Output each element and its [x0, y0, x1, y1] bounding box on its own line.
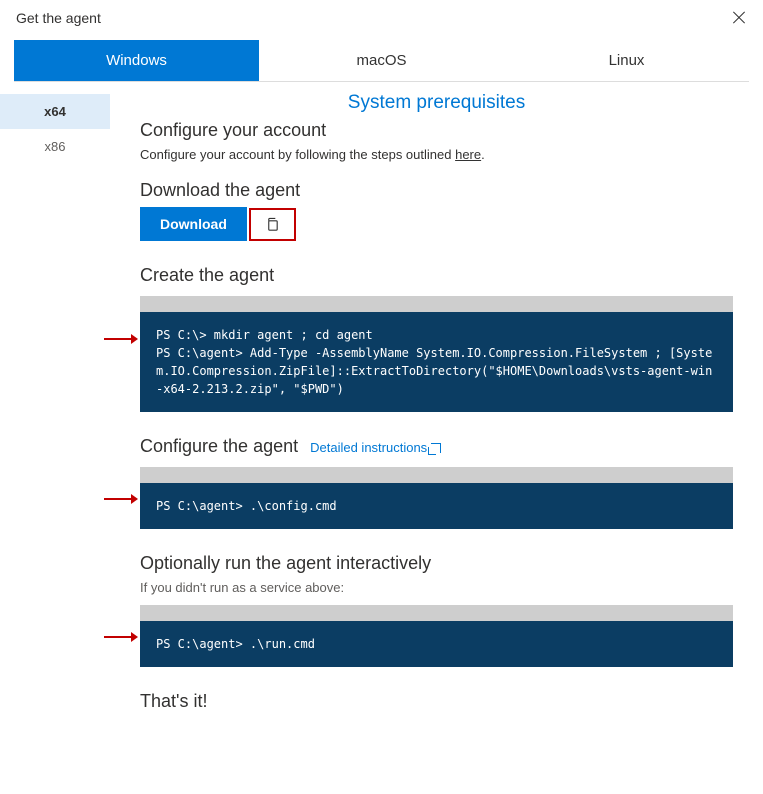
download-row: Download [140, 207, 733, 241]
done-title: That's it! [140, 691, 733, 712]
os-tabs: Windows macOS Linux [14, 40, 749, 82]
configure-agent-code-block: PS C:\agent> .\config.cmd [140, 467, 733, 529]
run-agent-title: Optionally run the agent interactively [140, 553, 733, 574]
configure-agent-title: Configure the agent Detailed instruction… [140, 436, 733, 457]
configure-account-text-before: Configure your account by following the … [140, 147, 455, 162]
dialog-title: Get the agent [16, 10, 101, 26]
main-panel: System prerequisites Configure your acco… [110, 82, 763, 738]
tab-windows[interactable]: Windows [14, 40, 259, 81]
configure-agent-code[interactable]: PS C:\agent> .\config.cmd [140, 483, 733, 529]
run-agent-code-block: PS C:\agent> .\run.cmd [140, 605, 733, 667]
create-agent-code[interactable]: PS C:\> mkdir agent ; cd agent PS C:\age… [140, 312, 733, 412]
code-header [140, 467, 733, 483]
run-agent-note: If you didn't run as a service above: [140, 580, 733, 595]
configure-account-title: Configure your account [140, 120, 733, 141]
tab-linux[interactable]: Linux [504, 40, 749, 81]
configure-account-text: Configure your account by following the … [140, 147, 733, 162]
copy-button[interactable] [249, 208, 296, 241]
run-agent-code[interactable]: PS C:\agent> .\run.cmd [140, 621, 733, 667]
configure-agent-title-text: Configure the agent [140, 436, 298, 457]
code-header [140, 605, 733, 621]
dialog-header: Get the agent [0, 0, 763, 32]
configure-account-text-after: . [481, 147, 485, 162]
download-button[interactable]: Download [140, 207, 247, 241]
create-agent-code-block: PS C:\> mkdir agent ; cd agent PS C:\age… [140, 296, 733, 412]
configure-account-link[interactable]: here [455, 147, 481, 162]
close-icon[interactable] [731, 10, 747, 26]
prereq-link[interactable]: System prerequisites [140, 92, 733, 114]
content-area: x64 x86 System prerequisites Configure y… [0, 82, 763, 738]
arch-sidebar: x64 x86 [0, 82, 110, 738]
external-link-icon [431, 443, 441, 453]
copy-icon [265, 217, 280, 232]
tab-macos[interactable]: macOS [259, 40, 504, 81]
detailed-instructions-text: Detailed instructions [310, 440, 427, 455]
download-agent-title: Download the agent [140, 180, 733, 201]
sidebar-item-x64[interactable]: x64 [0, 94, 110, 129]
sidebar-item-x86[interactable]: x86 [0, 129, 110, 164]
detailed-instructions-link[interactable]: Detailed instructions [310, 440, 441, 455]
create-agent-title: Create the agent [140, 265, 733, 286]
code-header [140, 296, 733, 312]
